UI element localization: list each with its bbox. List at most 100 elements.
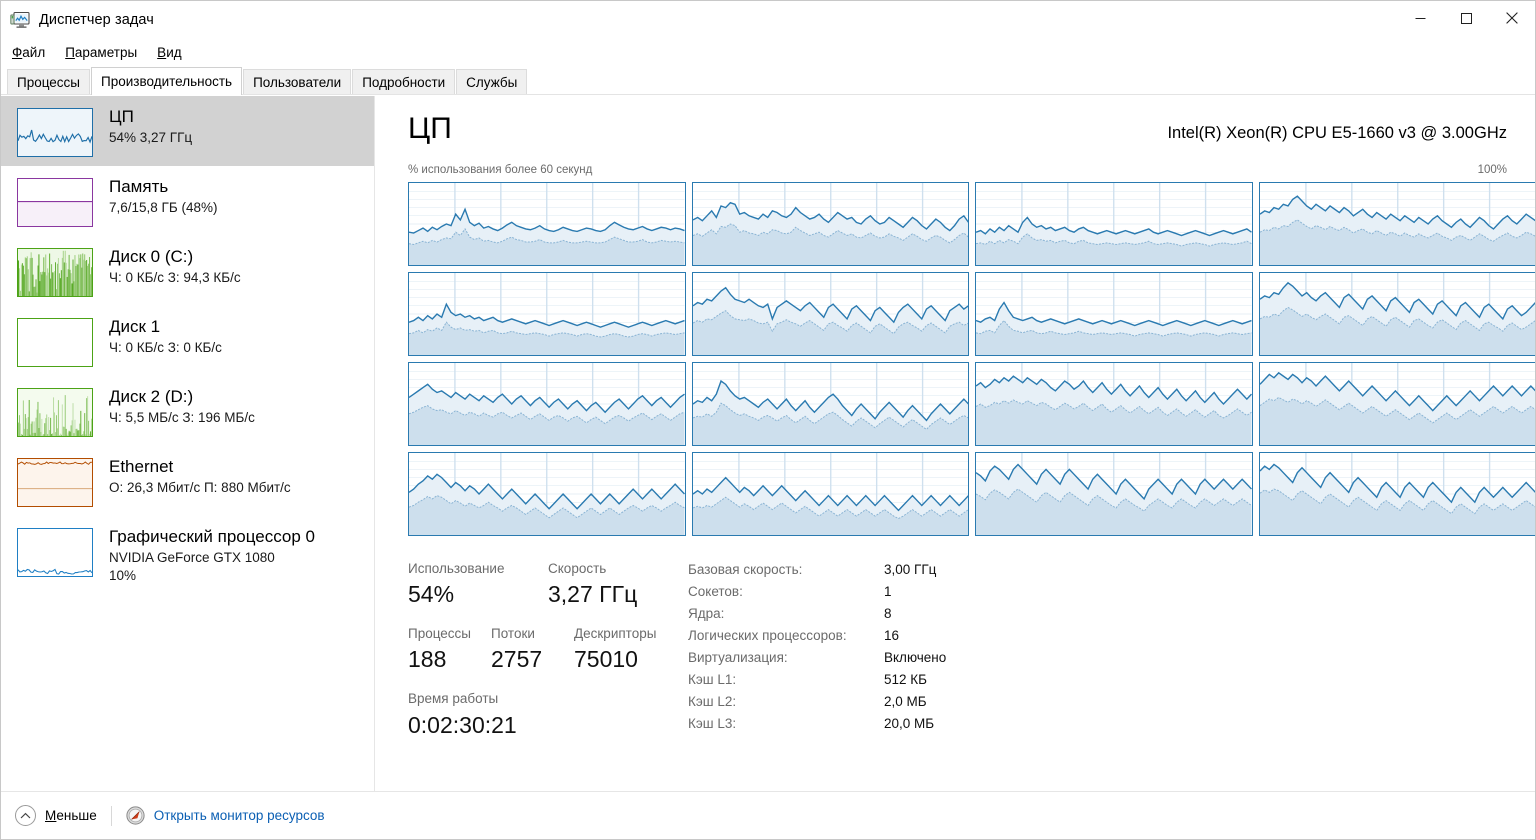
core-graph-9[interactable] xyxy=(691,362,969,446)
core-graph-14[interactable] xyxy=(975,452,1253,536)
stat-threads: Потоки 2757 xyxy=(491,624,574,675)
menu-file-accel: Ф xyxy=(12,44,23,60)
sidebar-item-disk2[interactable]: Диск 2 (D:) Ч: 5,5 МБ/с З: 196 МБ/с xyxy=(1,376,374,446)
spec-key: Кэш L2: xyxy=(688,694,737,709)
core-graph-8[interactable] xyxy=(408,362,686,446)
sidebar-item-label: Графический процессор 0 xyxy=(109,527,316,546)
sidebar-item-cpu[interactable]: ЦП 54% 3,27 ГГц xyxy=(1,96,374,166)
sidebar-item-label: Диск 1 xyxy=(109,317,161,336)
window-controls xyxy=(1397,1,1535,35)
core-graph-7[interactable] xyxy=(1258,272,1535,356)
open-resource-monitor-link[interactable]: Открыть монитор ресурсов xyxy=(126,806,325,825)
stat-handles: Дескрипторы 75010 xyxy=(574,624,656,675)
fewer-details-label: Меньше xyxy=(45,808,97,823)
chevron-up-icon xyxy=(15,805,36,826)
spec-value: 512 КБ xyxy=(884,672,927,687)
sidebar-item-gpu0[interactable]: Графический процессор 0 NVIDIA GeForce GT… xyxy=(1,516,374,594)
uptime-value: 0:02:30:21 xyxy=(408,711,517,738)
tab-label: Пользователи xyxy=(253,75,342,90)
spec-key: Логических процессоров: xyxy=(688,628,847,643)
handles-value: 75010 xyxy=(574,646,638,673)
cpu-stats: Использование 54% Скорость 3,27 ГГц Проц… xyxy=(408,559,698,740)
stat-uptime: Время работы 0:02:30:21 xyxy=(408,689,517,740)
tab-2[interactable]: Пользователи xyxy=(243,69,352,95)
resource-monitor-icon xyxy=(126,806,145,825)
window-title: Диспетчер задач xyxy=(39,12,154,28)
core-graph-12[interactable] xyxy=(408,452,686,536)
spec-value: 16 xyxy=(884,628,900,643)
core-graph-10[interactable] xyxy=(975,362,1253,446)
tab-label: Подробности xyxy=(362,75,446,90)
sidebar-item-label: Диск 0 (C:) xyxy=(109,247,194,266)
sidebar-text-ethernet: Ethernet О: 26,3 Мбит/с П: 880 Мбит/с xyxy=(109,455,291,497)
core-graph-4[interactable] xyxy=(408,272,686,356)
sidebar-item-ethernet[interactable]: Ethernet О: 26,3 Мбит/с П: 880 Мбит/с xyxy=(1,446,374,516)
sidebar-item-sublabel: 54% 3,27 ГГц xyxy=(109,130,193,146)
usage-value: 54% xyxy=(408,581,455,608)
graph-max-label: 100% xyxy=(1477,164,1507,176)
stats-row-3: Время работы 0:02:30:21 xyxy=(408,689,698,740)
cpu-specs-list: Базовая скорость: 3,00 ГГц Сокетов: 1 Ядра: 8… xyxy=(688,562,1108,731)
core-graph-2[interactable] xyxy=(975,182,1253,266)
main-panel: ЦП Intel(R) Xeon(R) CPU E5-1660 v3 @ 3.0… xyxy=(376,96,1535,791)
core-graph-1[interactable] xyxy=(691,182,969,266)
stat-usage: Использование 54% xyxy=(408,559,548,610)
tab-3[interactable]: Подробности xyxy=(352,69,456,95)
core-graph-6[interactable] xyxy=(975,272,1253,356)
sidebar-thumb-memory xyxy=(17,178,93,227)
menu-options-accel: П xyxy=(65,44,75,60)
main-header: ЦП Intel(R) Xeon(R) CPU E5-1660 v3 @ 3.0… xyxy=(408,114,1507,144)
logical-processor-graphs[interactable] xyxy=(408,182,1535,536)
menu-options[interactable]: Параметры xyxy=(63,44,139,61)
uptime-label: Время работы xyxy=(408,691,499,707)
sidebar-item-sublabel: Ч: 0 КБ/с З: 0 КБ/с xyxy=(109,340,222,356)
menu-view[interactable]: Вид xyxy=(155,44,183,61)
stat-speed: Скорость 3,27 ГГц xyxy=(548,559,637,610)
page-title: ЦП xyxy=(408,112,452,145)
cpu-model-label: Intel(R) Xeon(R) CPU E5-1660 v3 @ 3.00GH… xyxy=(1167,124,1507,142)
core-graph-0[interactable] xyxy=(408,182,686,266)
stats-row-1: Использование 54% Скорость 3,27 ГГц xyxy=(408,559,698,610)
footer-divider xyxy=(110,805,112,826)
menu-options-rest: араметры xyxy=(74,44,138,60)
core-graph-5[interactable] xyxy=(691,272,969,356)
tab-label: Службы xyxy=(466,75,518,90)
sidebar-item-label: Ethernet xyxy=(109,457,174,476)
tab-4[interactable]: Службы xyxy=(456,69,528,95)
maximize-button[interactable] xyxy=(1443,1,1489,35)
sidebar-item-sublabel: О: 26,3 Мбит/с П: 880 Мбит/с xyxy=(109,480,291,496)
title-bar: Диспетчер задач xyxy=(1,1,1535,39)
sidebar-item-memory[interactable]: Память 7,6/15,8 ГБ (48%) xyxy=(1,166,374,236)
core-graph-15[interactable] xyxy=(1258,452,1535,536)
open-resource-monitor-label: Открыть монитор ресурсов xyxy=(153,808,325,823)
sidebar-text-disk0: Диск 0 (C:) Ч: 0 КБ/с З: 94,3 КБ/с xyxy=(109,245,241,287)
sidebar-item-label: Память xyxy=(109,177,169,196)
close-button[interactable] xyxy=(1489,1,1535,35)
resource-sidebar[interactable]: ЦП 54% 3,27 ГГц Память 7,6/15,8 ГБ (48%) Дис… xyxy=(1,96,375,791)
core-graph-13[interactable] xyxy=(691,452,969,536)
fewer-accel: М xyxy=(45,808,57,823)
speed-label: Скорость xyxy=(548,561,607,576)
spec-value: 20,0 МБ xyxy=(884,716,935,731)
tab-0[interactable]: Процессы xyxy=(7,69,91,95)
fewer-details-button[interactable]: Меньше xyxy=(15,805,97,826)
usage-label: Использование xyxy=(408,561,505,576)
menu-file[interactable]: Файл xyxy=(10,44,47,61)
threads-label: Потоки xyxy=(491,626,535,642)
sidebar-thumb-gpu0 xyxy=(17,528,93,577)
sidebar-thumb-disk2 xyxy=(17,388,93,437)
spec-value: 2,0 МБ xyxy=(884,694,927,709)
spec-key: Ядра: xyxy=(688,606,725,621)
menu-file-rest: айл xyxy=(22,44,46,60)
sidebar-item-disk1[interactable]: Диск 1 Ч: 0 КБ/с З: 0 КБ/с xyxy=(1,306,374,376)
spec-value: 3,00 ГГц xyxy=(884,562,937,577)
core-graph-11[interactable] xyxy=(1258,362,1535,446)
task-manager-window: Диспетчер задач Файл Параметры Вид Проце… xyxy=(0,0,1536,840)
tab-1[interactable]: Производительность xyxy=(91,67,243,95)
status-bar: Меньше Открыть монитор ресурсов xyxy=(1,791,1535,839)
core-graph-3[interactable] xyxy=(1258,182,1535,266)
sidebar-text-disk1: Диск 1 Ч: 0 КБ/с З: 0 КБ/с xyxy=(109,315,222,357)
sidebar-item-disk0[interactable]: Диск 0 (C:) Ч: 0 КБ/с З: 94,3 КБ/с xyxy=(1,236,374,306)
sidebar-text-gpu0: Графический процессор 0 NVIDIA GeForce GT… xyxy=(109,525,315,585)
minimize-button[interactable] xyxy=(1397,1,1443,35)
